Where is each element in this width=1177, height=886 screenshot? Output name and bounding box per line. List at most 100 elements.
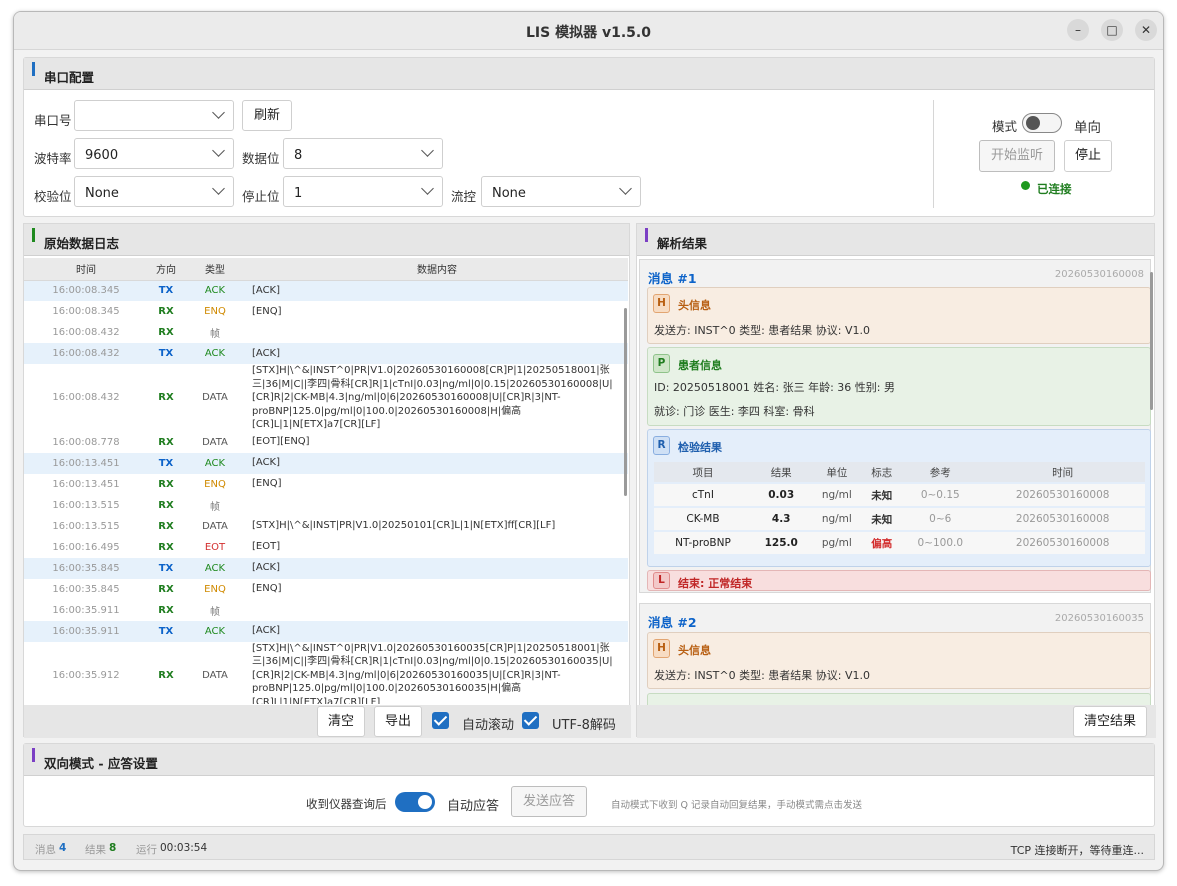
log-row[interactable]: 16:00:16.495 RX EOT [EOT]: [24, 537, 628, 558]
log-row[interactable]: 16:00:13.515 RX DATA [STX]H|\^&|INST|PR|V1.…: [24, 516, 628, 537]
log-direction: RX: [158, 520, 174, 532]
log-content: [STX]H|\^&|INST^0|PR|V1.0|20260530160008…: [252, 365, 613, 430]
chevron-down-icon: [619, 182, 632, 195]
maximize-button[interactable]: □: [1101, 19, 1123, 41]
baud-select[interactable]: 9600: [74, 138, 234, 169]
result-unit: ng/ml: [810, 508, 864, 530]
result-row: cTnI 0.03 ng/ml 未知 0~0.15 20260530160008: [654, 484, 1145, 506]
databits-value: 8: [294, 148, 303, 163]
log-type: ACK: [204, 348, 226, 359]
result-time: 20260530160008: [980, 532, 1145, 554]
duplex-hint: 自动模式下收到 Q 记录自动回复结果，手动模式需点击发送: [611, 800, 863, 811]
parsed-result-viewport[interactable]: 消息 #1 20260530160008 H 头信息 发送方: INST^0 类…: [637, 257, 1156, 705]
log-row[interactable]: 16:00:08.345 TX ACK [ACK]: [24, 280, 628, 301]
log-scrollbar[interactable]: [624, 308, 627, 496]
start-listen-button[interactable]: 开始监听: [979, 140, 1055, 172]
parity-label: 校验位: [34, 189, 72, 204]
log-row[interactable]: 16:00:08.778 RX DATA [EOT][ENQ]: [24, 432, 628, 453]
parsed-result-panel: 解析结果 消息 #1 20260530160008 H 头信息 发送方: INS…: [636, 223, 1156, 738]
column-header: 数据内容: [246, 258, 628, 281]
log-time: 16:00:35.912: [52, 669, 120, 681]
section-accent-bar: [32, 62, 35, 76]
log-row[interactable]: 16:00:13.515 RX 帧: [24, 495, 628, 516]
export-log-button[interactable]: 导出: [374, 706, 422, 737]
result-row: NT-proBNP 125.0 pg/ml 偏高 0~100.0 202605301600…: [654, 532, 1145, 554]
log-row[interactable]: 16:00:08.432 RX 帧: [24, 322, 628, 343]
end-section: L 结束: 正常结束: [647, 570, 1151, 591]
result-value: 125.0: [751, 532, 811, 554]
parity-select[interactable]: None: [74, 176, 234, 207]
log-row[interactable]: 16:00:08.345 RX ENQ [ENQ]: [24, 301, 628, 322]
patient-section: [647, 693, 1151, 705]
log-direction: RX: [158, 604, 174, 616]
log-time: 16:00:13.515: [52, 520, 120, 532]
chevron-down-icon: [212, 182, 225, 195]
connection-status-dot-icon: [1021, 181, 1030, 190]
result-item: CK-MB: [654, 508, 752, 530]
utf8-label: UTF-8解码: [552, 718, 616, 733]
log-row[interactable]: 16:00:35.911 RX 帧: [24, 600, 628, 621]
section-accent-bar: [645, 228, 648, 242]
clear-results-button[interactable]: 清空结果: [1073, 706, 1147, 737]
autoscroll-checkbox[interactable]: [432, 712, 449, 729]
column-header: 参考: [900, 462, 981, 482]
chevron-down-icon: [421, 182, 434, 195]
send-reply-button[interactable]: 发送应答: [511, 786, 587, 817]
stopbits-select[interactable]: 1: [283, 176, 443, 207]
raw-log-header: 原始数据日志: [24, 224, 629, 256]
patient-line: 就诊: 门诊 医生: 李四 科室: 骨科: [654, 405, 815, 418]
header-section: H 头信息 发送方: INST^0 类型: 患者结果 协议: V1.0: [647, 632, 1151, 689]
status-res-label: 结果: [85, 844, 106, 856]
log-row[interactable]: 16:00:13.451 TX ACK [ACK]: [24, 452, 628, 474]
clear-log-button[interactable]: 清空: [317, 706, 365, 737]
result-reference: 0~100.0: [900, 532, 981, 554]
port-select[interactable]: [74, 100, 234, 131]
log-time: 16:00:08.432: [52, 327, 120, 338]
message-title: 消息 #1: [648, 271, 697, 286]
log-type: ENQ: [204, 306, 226, 317]
log-content: [EOT][ENQ]: [252, 436, 310, 448]
chevron-down-icon: [212, 106, 225, 119]
raw-log-table: 时间 方向 类型 数据内容 16:00:08.345 TX ACK [ACK] 16:0…: [24, 258, 628, 704]
close-button[interactable]: ✕: [1135, 19, 1157, 41]
minimize-button[interactable]: –: [1067, 19, 1089, 41]
log-content: [STX]H|\^&|INST^0|PR|V1.0|20260530160035…: [252, 642, 613, 705]
log-row[interactable]: 16:00:35.912 RX DATA [STX]H|\^&|INST^0|PR|V…: [24, 642, 628, 705]
section-accent-bar: [32, 228, 35, 242]
log-direction: TX: [158, 348, 174, 359]
column-header: 标志: [863, 462, 901, 482]
status-bar: 消息 4 结果 8 运行 00:03:54 TCP 连接断开，等待重连...: [23, 834, 1155, 860]
log-content: [ENQ]: [252, 305, 282, 317]
log-time: 16:00:35.911: [52, 604, 120, 616]
auto-reply-toggle[interactable]: [395, 792, 435, 812]
raw-log-viewport[interactable]: 时间 方向 类型 数据内容 16:00:08.345 TX ACK [ACK] 16:0…: [24, 258, 631, 704]
log-content: [ACK]: [252, 562, 281, 574]
log-row[interactable]: 16:00:35.911 TX ACK [ACK]: [24, 620, 628, 642]
stopbits-label: 停止位: [242, 189, 280, 204]
log-row[interactable]: 16:00:08.432 TX ACK [ACK]: [24, 343, 628, 364]
flow-select[interactable]: None: [481, 176, 641, 207]
stop-button[interactable]: 停止: [1064, 140, 1112, 172]
raw-log-panel: 原始数据日志 时间 方向 类型 数据内容 16:00:08.345 TX ACK [A…: [23, 223, 631, 738]
log-time: 16:00:08.778: [52, 436, 120, 448]
log-content: [ACK]: [252, 625, 281, 637]
log-time: 16:00:13.451: [52, 457, 120, 469]
stopbits-value: 1: [294, 186, 303, 201]
utf8-checkbox[interactable]: [522, 712, 539, 729]
log-row[interactable]: 16:00:08.432 RX DATA [STX]H|\^&|INST^0|PR|V…: [24, 364, 628, 432]
log-row[interactable]: 16:00:35.845 RX ENQ [ENQ]: [24, 579, 628, 600]
result-time: 20260530160008: [980, 484, 1145, 506]
refresh-button[interactable]: 刷新: [242, 100, 292, 131]
databits-select[interactable]: 8: [283, 138, 443, 169]
log-type: DATA: [202, 392, 228, 404]
mode-toggle[interactable]: [1022, 113, 1062, 133]
log-content: [ACK]: [252, 285, 281, 296]
log-row[interactable]: 16:00:35.845 TX ACK [ACK]: [24, 557, 628, 579]
raw-log-title: 原始数据日志: [44, 236, 120, 251]
log-row[interactable]: 16:00:13.451 RX ENQ [ENQ]: [24, 474, 628, 495]
result-flag: 偏高: [863, 532, 901, 554]
result-header-row: 项目 结果 单位 标志 参考 时间: [654, 462, 1145, 482]
query-label: 收到仪器查询后: [306, 797, 387, 811]
log-type: 帧: [210, 329, 220, 340]
result-scrollbar[interactable]: [1150, 272, 1153, 410]
